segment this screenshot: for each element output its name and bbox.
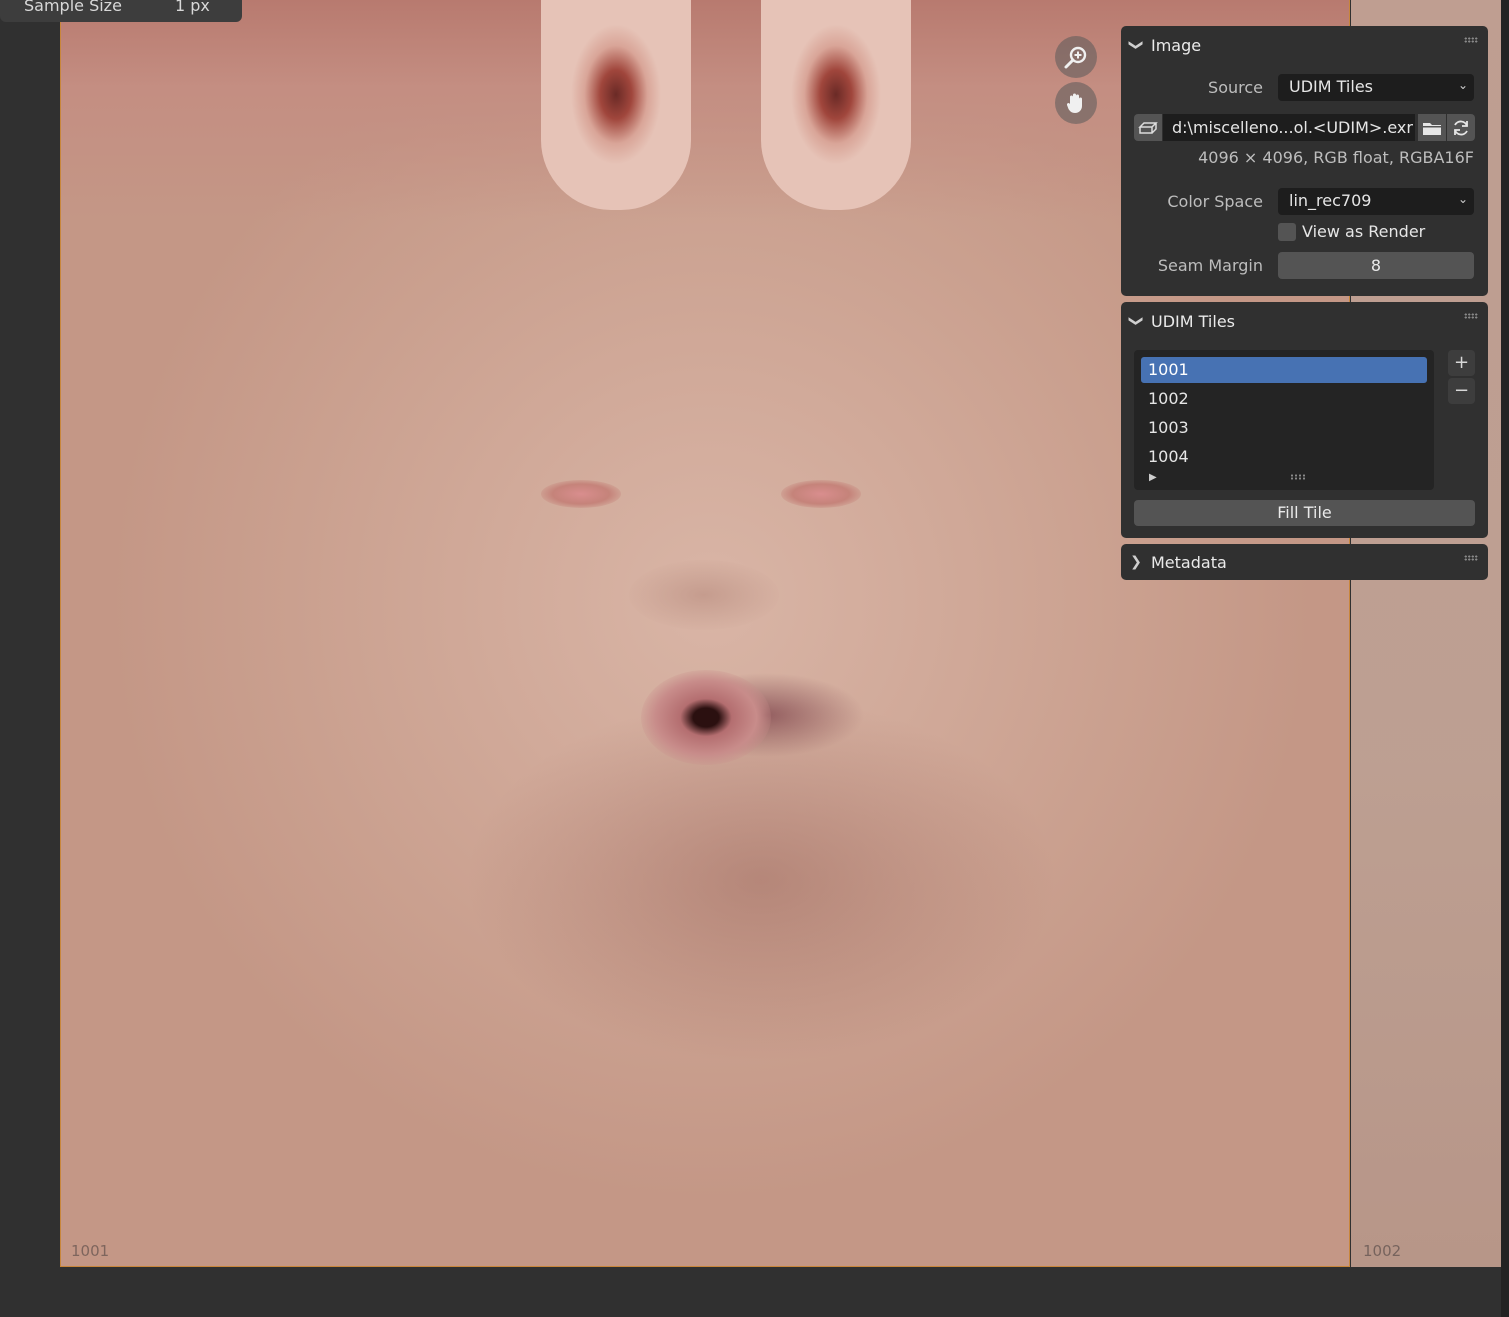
eye-texture-right: [781, 480, 861, 508]
color-space-row: Color Space lin_rec709 ⌄: [1121, 186, 1488, 218]
add-tile-button[interactable]: +: [1448, 350, 1475, 376]
chevron-down-icon: ❯: [1128, 315, 1144, 327]
metadata-panel-header[interactable]: ❯ Metadata: [1121, 544, 1488, 580]
source-row: Source UDIM Tiles ⌄: [1121, 72, 1488, 104]
chevron-down-icon: ⌄: [1457, 192, 1468, 206]
filepath-row: d:\miscelleno...ol.<UDIM>.exr: [1121, 110, 1488, 146]
seam-margin-label: Seam Margin: [1157, 256, 1263, 275]
ear-texture-right: [761, 0, 911, 210]
color-space-dropdown[interactable]: lin_rec709 ⌄: [1278, 188, 1474, 215]
fill-tile-button[interactable]: Fill Tile: [1134, 500, 1475, 526]
udim-list-area: 1001 1002 1003 1004 ▶ + −: [1121, 350, 1488, 490]
mouth-texture: [641, 670, 771, 765]
image-panel-title: Image: [1151, 35, 1202, 55]
list-item[interactable]: 1001: [1141, 357, 1427, 383]
reload-icon: [1454, 120, 1468, 135]
metadata-panel: ❯ Metadata: [1121, 544, 1488, 580]
package-icon: [1138, 121, 1158, 134]
sample-size-label: Sample Size: [24, 0, 122, 15]
udim-tiles-panel-header[interactable]: ❯ UDIM Tiles: [1121, 302, 1488, 340]
zoom-button[interactable]: [1055, 36, 1097, 78]
zoom-icon: [1064, 46, 1087, 69]
chevron-down-icon: ⌄: [1457, 78, 1468, 92]
drag-grip-icon[interactable]: [1464, 555, 1478, 561]
tile-label-1001: 1001: [71, 1242, 110, 1260]
drag-grip-icon[interactable]: [1464, 37, 1478, 43]
reload-button[interactable]: [1447, 114, 1475, 141]
remove-tile-button[interactable]: −: [1448, 378, 1475, 404]
pan-button[interactable]: [1055, 82, 1097, 124]
list-item[interactable]: 1003: [1141, 415, 1427, 441]
udim-tile-list[interactable]: 1001 1002 1003 1004 ▶: [1134, 350, 1434, 490]
view-as-render-label[interactable]: View as Render: [1302, 222, 1425, 241]
list-resize-grip-icon[interactable]: [1290, 474, 1306, 480]
chevron-down-icon: ❯: [1128, 39, 1144, 51]
list-item[interactable]: 1002: [1141, 386, 1427, 412]
udim-tiles-panel: ❯ UDIM Tiles 1001 1002 1003 1004 ▶ + − F…: [1121, 302, 1488, 538]
image-info: 4096 × 4096, RGB float, RGBA16F: [1121, 146, 1488, 176]
list-item[interactable]: 1004: [1141, 444, 1427, 470]
image-info-text: 4096 × 4096, RGB float, RGBA16F: [1198, 148, 1474, 167]
source-dropdown[interactable]: UDIM Tiles ⌄: [1278, 74, 1474, 101]
expand-triangle-icon[interactable]: ▶: [1149, 472, 1157, 483]
pack-image-button[interactable]: [1134, 114, 1162, 141]
color-space-label: Color Space: [1167, 192, 1263, 211]
sample-size-value: 1 px: [175, 0, 210, 15]
view-as-render-row: View as Render: [1121, 218, 1488, 250]
udim-tiles-panel-title: UDIM Tiles: [1151, 311, 1235, 331]
seam-margin-row: Seam Margin 8: [1121, 250, 1488, 282]
source-value: UDIM Tiles: [1289, 77, 1373, 96]
browse-file-button[interactable]: [1418, 114, 1446, 141]
tile-label-1002: 1002: [1363, 1242, 1402, 1260]
color-space-value: lin_rec709: [1289, 191, 1372, 210]
chevron-right-icon: ❯: [1130, 554, 1142, 570]
metadata-panel-title: Metadata: [1151, 552, 1227, 572]
sidebar-tabs-strip[interactable]: [1501, 0, 1509, 1317]
sidebar: ❯ Image Source UDIM Tiles ⌄ d:\miscellen…: [1121, 26, 1488, 586]
eye-texture-left: [541, 480, 621, 508]
seam-margin-field[interactable]: 8: [1278, 252, 1474, 279]
hand-pan-icon: [1066, 93, 1082, 113]
filepath-field[interactable]: d:\miscelleno...ol.<UDIM>.exr: [1163, 114, 1415, 141]
source-label: Source: [1208, 78, 1263, 97]
drag-grip-icon[interactable]: [1464, 313, 1478, 319]
view-as-render-checkbox[interactable]: [1278, 223, 1296, 241]
folder-icon: [1423, 122, 1441, 135]
image-panel-header[interactable]: ❯ Image: [1121, 26, 1488, 64]
sample-size-field[interactable]: Sample Size 1 px: [0, 0, 242, 22]
ear-texture-left: [541, 0, 691, 210]
image-panel: ❯ Image Source UDIM Tiles ⌄ d:\miscellen…: [1121, 26, 1488, 296]
nose-texture: [629, 560, 779, 630]
